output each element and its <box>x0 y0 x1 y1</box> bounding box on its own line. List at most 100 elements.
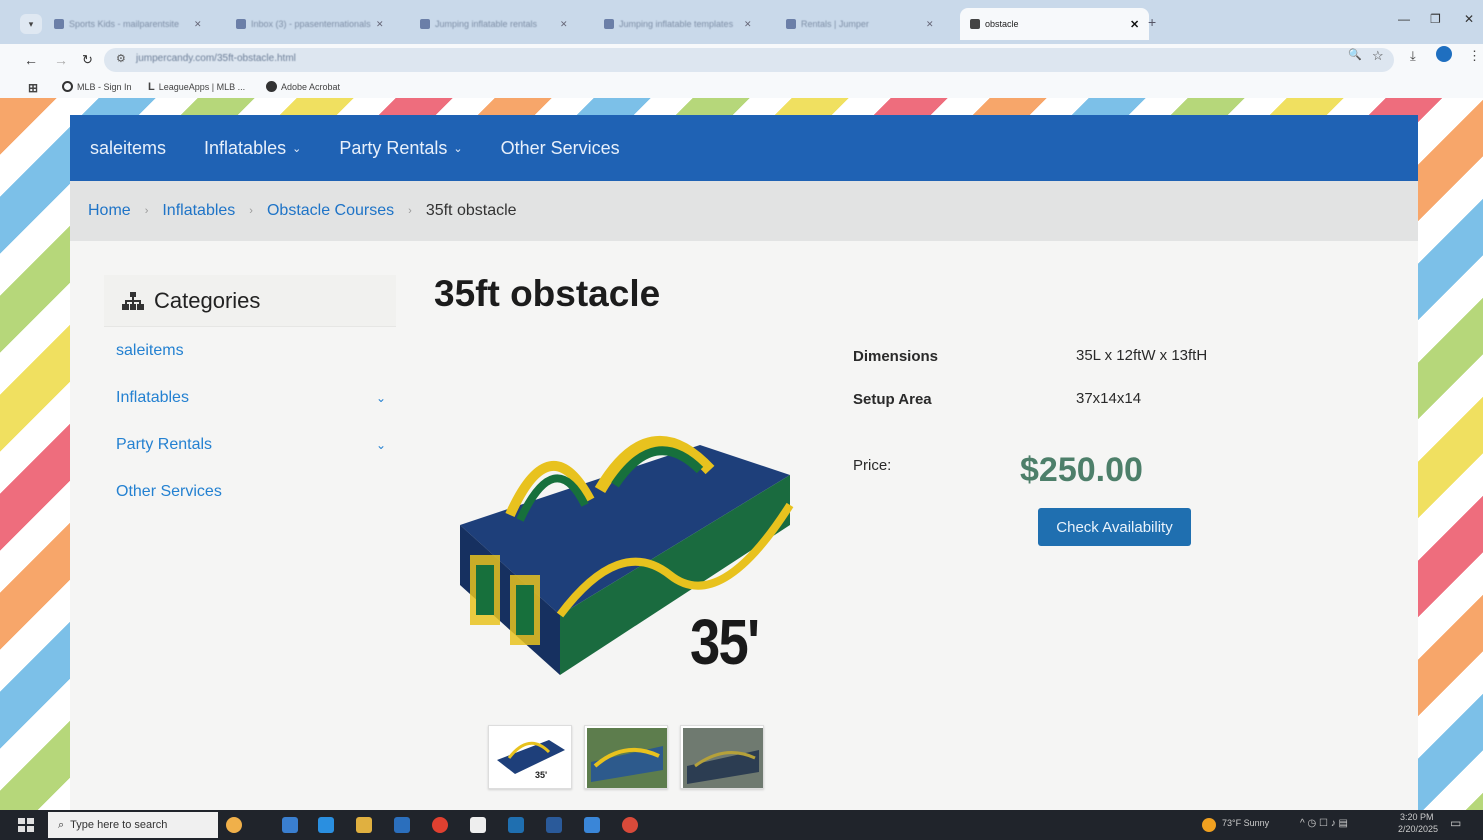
close-tab-icon[interactable]: ✕ <box>744 19 752 30</box>
chevron-down-icon[interactable]: ⌄ <box>376 391 386 405</box>
breadcrumb-obstacle-courses[interactable]: Obstacle Courses <box>267 202 394 220</box>
tab-favicon <box>604 19 614 29</box>
close-tab-icon[interactable]: ✕ <box>1130 18 1139 31</box>
check-availability-button[interactable]: Check Availability <box>1038 508 1191 546</box>
chevron-down-icon: ⌄ <box>453 142 463 155</box>
browser-tab[interactable]: Jumping inflatable rentals ✕ <box>410 10 578 38</box>
setup-area-label: Setup Area <box>853 391 932 408</box>
file-explorer-icon[interactable] <box>356 817 372 833</box>
thumbnail[interactable]: 35' <box>488 725 572 789</box>
site-info-icon[interactable]: ⚙ <box>116 52 126 65</box>
breadcrumb-inflatables[interactable]: Inflatables <box>162 202 235 220</box>
edge-icon[interactable] <box>318 817 334 833</box>
sidebar-item-label: saleitems <box>116 341 184 359</box>
bookmark-star-icon[interactable]: ☆ <box>1372 48 1384 64</box>
category-sidebar: Categories saleitems Inflatables ⌄ Party… <box>104 275 396 515</box>
document-icon[interactable] <box>470 817 486 833</box>
nav-item-party-rentals[interactable]: Party Rentals ⌄ <box>339 138 462 159</box>
reload-icon[interactable]: ↻ <box>82 52 93 68</box>
tab-title: Jumping inflatable rentals <box>435 19 538 29</box>
browser-tab[interactable]: Sports Kids - mailparentsite ✕ <box>44 10 212 38</box>
chevron-right-icon: › <box>249 205 253 217</box>
thumbnail-image <box>587 728 667 788</box>
sidebar-item-inflatables[interactable]: Inflatables ⌄ <box>104 374 396 421</box>
app-icon[interactable] <box>584 817 600 833</box>
thumbnail[interactable] <box>680 725 764 789</box>
sidebar-item-party-rentals[interactable]: Party Rentals ⌄ <box>104 421 396 468</box>
search-icon: ⌕ <box>58 818 65 831</box>
taskbar-search[interactable]: ⌕ Type here to search <box>48 812 218 838</box>
product-size-caption: 35' <box>690 606 760 678</box>
menu-dots-icon[interactable]: ⋮ <box>1468 48 1481 64</box>
thumbnail[interactable] <box>584 725 668 789</box>
bookmark-label: LeagueApps | MLB ... <box>158 82 246 92</box>
close-tab-icon[interactable]: ✕ <box>194 19 202 30</box>
taskbar-search-placeholder: Type here to search <box>70 819 168 831</box>
browser-tab-active[interactable]: obstacle ✕ <box>960 8 1150 40</box>
back-icon[interactable]: ← <box>24 52 38 68</box>
bookmark-label: Adobe Acrobat <box>281 81 341 92</box>
product-title: 35ft obstacle <box>434 273 661 314</box>
price-label: Price: <box>853 457 892 474</box>
task-view-icon[interactable] <box>282 817 298 833</box>
notifications-icon[interactable]: ▭ <box>1450 816 1461 830</box>
windows-start-icon[interactable] <box>18 818 34 832</box>
browser-tab[interactable]: Inbox (3) - ppasenternationals ✕ <box>226 10 394 38</box>
sidebar-item-saleitems[interactable]: saleitems <box>104 327 396 374</box>
sitemap-icon <box>122 291 144 310</box>
cortana-icon[interactable] <box>226 817 242 833</box>
bookmark-favicon <box>62 81 73 92</box>
clock-date[interactable]: 2/20/2025 <box>1398 824 1438 834</box>
nav-label: Party Rentals <box>339 137 448 158</box>
profile-avatar[interactable] <box>1436 46 1452 62</box>
thumbnail-caption: 35' <box>535 770 548 780</box>
bookmark-item[interactable]: Adobe Acrobat <box>266 81 340 92</box>
breadcrumb-current: 35ft obstacle <box>425 202 517 219</box>
minimize-icon[interactable]: — <box>1398 12 1410 26</box>
clock-time[interactable]: 3:20 PM <box>1400 812 1434 822</box>
app-icon[interactable] <box>508 817 524 833</box>
dimensions-label: Dimensions <box>853 348 939 365</box>
system-tray-icons[interactable]: ^ ◷ ☐ ♪ ▤ <box>1300 818 1348 829</box>
close-window-icon[interactable]: ✕ <box>1464 12 1474 26</box>
tab-search-icon[interactable]: ▾ <box>20 14 42 34</box>
nav-item-other-services[interactable]: Other Services <box>501 138 620 159</box>
weather-icon[interactable] <box>1202 818 1216 832</box>
nav-item-inflatables[interactable]: Inflatables ⌄ <box>204 138 301 159</box>
new-tab-icon[interactable]: + <box>1148 14 1156 30</box>
restore-icon[interactable]: ❐ <box>1430 12 1441 26</box>
bookmark-item[interactable]: L LeagueApps | MLB ... <box>148 81 245 93</box>
url-input[interactable]: ⚙ jumpercandy.com/35ft-obstacle.html <box>104 48 1394 72</box>
breadcrumb: Home › Inflatables › Obstacle Courses › … <box>70 181 1418 241</box>
sidebar-item-other-services[interactable]: Other Services <box>104 468 396 515</box>
outlook-icon[interactable] <box>546 817 562 833</box>
browser-tab[interactable]: Jumping inflatable templates ✕ <box>594 10 762 38</box>
close-tab-icon[interactable]: ✕ <box>560 19 568 30</box>
setup-area-value: 37x14x14 <box>1076 390 1142 407</box>
chrome-icon[interactable] <box>432 817 448 833</box>
thumbnail-image <box>497 740 565 774</box>
close-tab-icon[interactable]: ✕ <box>926 19 934 30</box>
thumbnail-strip: 35' <box>488 725 764 789</box>
browser-tab-bar: ▾ Sports Kids - mailparentsite ✕ Inbox (… <box>0 0 1483 44</box>
download-icon[interactable]: ⤓ <box>1410 48 1416 64</box>
price-value: $250.00 <box>1020 451 1143 489</box>
breadcrumb-home[interactable]: Home <box>88 202 131 220</box>
nav-item-saleitems[interactable]: saleitems <box>90 138 166 159</box>
close-tab-icon[interactable]: ✕ <box>376 19 384 30</box>
store-icon[interactable] <box>394 817 410 833</box>
dimensions-value: 35L x 12ftW x 13ftH <box>1076 347 1208 364</box>
browser-tab[interactable]: Rentals | Jumper ✕ <box>776 10 944 38</box>
weather-text[interactable]: 73°F Sunny <box>1222 818 1269 828</box>
chrome-icon[interactable] <box>622 817 638 833</box>
apps-grid-icon[interactable]: ⊞ <box>28 81 38 95</box>
bookmarks-bar: ⊞ MLB - Sign In L LeagueApps | MLB ... A… <box>0 76 1483 98</box>
bookmark-favicon: L <box>148 81 155 93</box>
chevron-down-icon[interactable]: ⌄ <box>376 438 386 452</box>
forward-icon[interactable]: → <box>54 52 68 68</box>
categories-header: Categories <box>104 275 396 327</box>
bookmark-item[interactable]: MLB - Sign In <box>62 81 132 92</box>
tab-favicon <box>970 19 980 29</box>
main-nav: saleitems Inflatables ⌄ Party Rentals ⌄ … <box>70 115 1418 181</box>
zoom-icon[interactable]: 🔍 <box>1348 48 1362 61</box>
